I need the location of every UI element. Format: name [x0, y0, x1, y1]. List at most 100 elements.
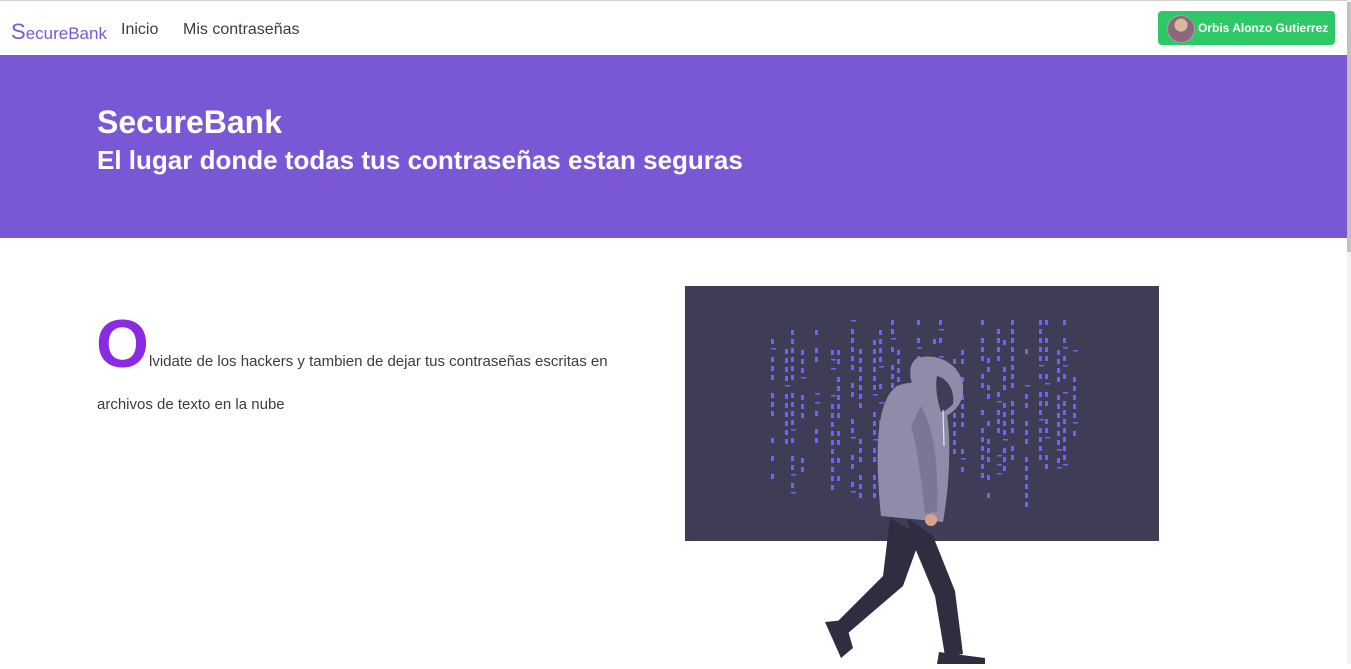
code-glyph [1039, 401, 1042, 406]
brand-logo[interactable]: SecureBank [11, 19, 107, 45]
code-glyph [1057, 467, 1062, 469]
hero-banner: SecureBank El lugar donde todas tus cont… [0, 55, 1347, 238]
code-glyph [1025, 430, 1028, 435]
hero-subtitle: El lugar donde todas tus contraseñas est… [97, 145, 743, 175]
code-glyph [1003, 403, 1006, 408]
nav-link-inicio[interactable]: Inicio [121, 21, 158, 39]
code-glyph [1057, 431, 1060, 436]
code-glyph [851, 455, 854, 460]
code-glyph [1057, 368, 1060, 373]
code-glyph [831, 440, 834, 445]
code-glyph [859, 457, 862, 462]
code-glyph [1011, 410, 1014, 415]
code-glyph [791, 366, 794, 371]
code-glyph [831, 467, 834, 472]
code-glyph [1003, 340, 1006, 345]
code-glyph [1003, 457, 1006, 462]
code-glyph [837, 476, 840, 481]
code-glyph [837, 377, 840, 382]
code-glyph [1045, 383, 1050, 385]
code-glyph [837, 350, 840, 355]
code-glyph [771, 456, 774, 461]
code-glyph [1057, 404, 1060, 409]
code-glyph [1025, 466, 1028, 471]
code-glyph [997, 410, 1000, 415]
code-glyph [1011, 320, 1014, 325]
code-glyph [953, 431, 956, 436]
code-glyph [785, 376, 788, 381]
code-glyph [1025, 502, 1028, 507]
code-glyph [891, 320, 894, 325]
scrollbar-thumb[interactable] [1347, 2, 1351, 252]
code-glyph [831, 422, 834, 427]
code-glyph [1063, 455, 1066, 460]
code-glyph [1039, 437, 1042, 442]
code-glyph [831, 485, 834, 490]
code-glyph [1039, 410, 1042, 415]
code-glyph [815, 330, 818, 335]
code-glyph [939, 329, 944, 331]
code-glyph [771, 348, 776, 350]
code-glyph [1045, 455, 1048, 460]
code-glyph [1057, 440, 1060, 445]
code-glyph [873, 493, 876, 498]
navbar: SecureBank Inicio Mis contraseñas Orbis … [0, 1, 1347, 56]
code-glyph [997, 473, 1002, 475]
code-glyph [859, 484, 862, 489]
code-glyph [801, 458, 804, 463]
code-glyph [1057, 422, 1060, 427]
code-glyph [891, 365, 894, 370]
code-glyph [831, 368, 836, 370]
user-profile-button[interactable]: Orbis Alonzo Gutierrez [1158, 11, 1335, 45]
code-glyph [981, 383, 984, 388]
code-glyph [961, 404, 964, 409]
user-name: Orbis Alonzo Gutierrez [1198, 21, 1329, 35]
code-glyph [771, 438, 774, 443]
code-glyph [873, 475, 876, 480]
code-glyph [815, 429, 818, 434]
code-glyph [1073, 350, 1078, 352]
code-glyph [1011, 419, 1014, 424]
code-glyph [939, 338, 942, 343]
code-glyph [1003, 412, 1006, 417]
code-glyph [981, 347, 984, 352]
code-glyph [1045, 401, 1048, 406]
code-glyph [987, 448, 990, 453]
code-glyph [873, 340, 876, 345]
code-glyph [981, 410, 984, 415]
code-glyph [815, 402, 820, 404]
code-glyph [1045, 320, 1048, 325]
code-glyph [873, 349, 876, 354]
code-glyph [1003, 466, 1006, 471]
code-glyph [851, 320, 856, 322]
nav-link-mis-contrasenas[interactable]: Mis contraseñas [183, 21, 300, 39]
code-glyph [771, 411, 774, 416]
code-glyph [851, 383, 854, 388]
code-glyph [801, 350, 804, 355]
code-glyph [1011, 446, 1014, 451]
code-glyph [859, 439, 862, 444]
code-glyph [785, 421, 788, 426]
code-glyph [1025, 484, 1028, 489]
code-glyph [1025, 475, 1028, 480]
code-glyph [873, 385, 876, 390]
code-glyph [1045, 356, 1048, 361]
code-glyph [785, 394, 788, 399]
code-glyph [1073, 422, 1078, 424]
code-glyph [1011, 338, 1014, 343]
code-glyph [791, 483, 794, 488]
code-glyph [791, 429, 796, 431]
code-glyph [815, 411, 818, 416]
scrollbar[interactable] [1347, 0, 1351, 664]
code-glyph [873, 484, 876, 489]
code-glyph [873, 394, 878, 396]
code-glyph [1073, 386, 1076, 391]
intro-text-line-2: archivos de texto en la nube [97, 396, 285, 413]
code-glyph [831, 476, 834, 481]
code-glyph [851, 464, 854, 469]
code-glyph [1025, 403, 1028, 408]
code-glyph [785, 412, 788, 417]
code-glyph [1045, 338, 1048, 343]
code-glyph [961, 422, 964, 427]
code-glyph [997, 338, 1000, 343]
